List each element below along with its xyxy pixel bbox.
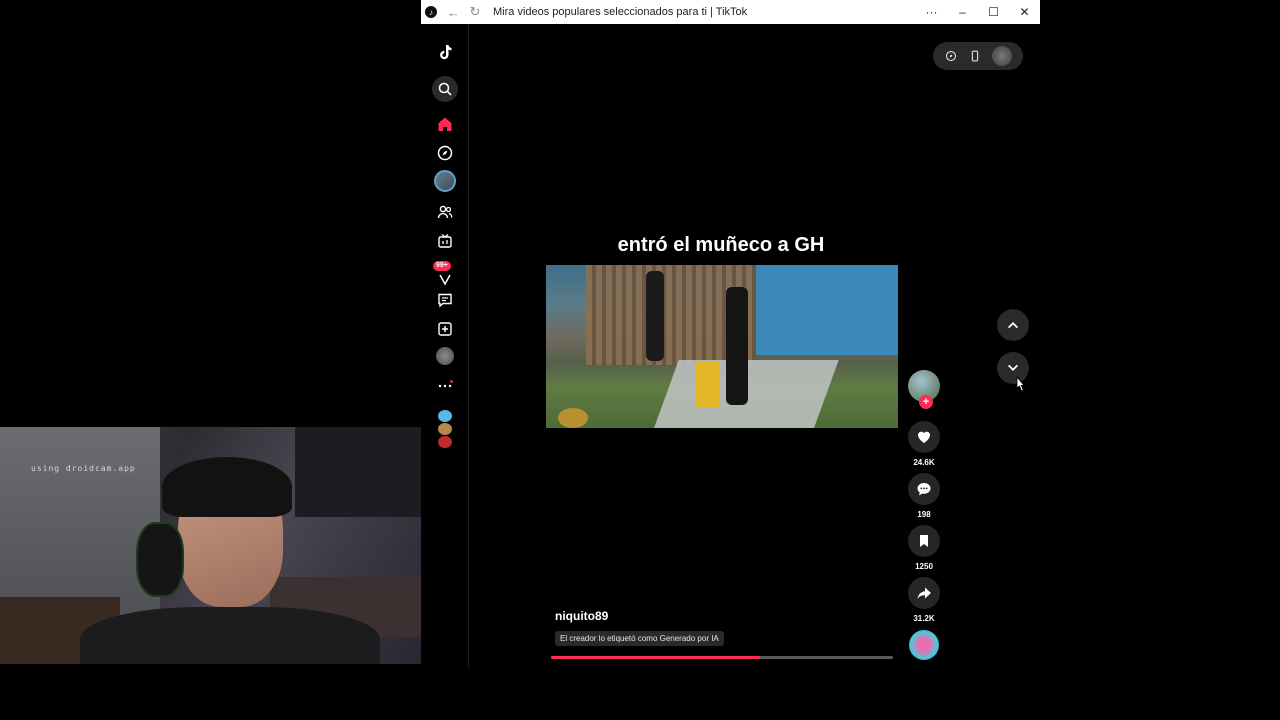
tiktok-logo-icon[interactable] [433, 40, 457, 64]
tiktok-app: 99+ entró el muñeco a GH + 24.6K 198 125… [421, 24, 1040, 668]
title-bar: ♪ ← ↻ Mira videos populares seleccionado… [421, 0, 1040, 24]
live-creators-stack[interactable] [437, 409, 453, 449]
show-logo [558, 408, 588, 428]
more-options-button[interactable]: ··· [916, 5, 947, 19]
share-action[interactable]: 31.2K [908, 577, 940, 623]
share-icon[interactable] [908, 577, 940, 609]
comment-count: 198 [917, 510, 931, 519]
bookmark-count: 1250 [915, 562, 933, 571]
maximize-button[interactable]: ☐ [978, 5, 1009, 19]
top-controls [933, 42, 1023, 70]
heart-icon[interactable] [908, 421, 940, 453]
bookmark-action[interactable]: 1250 [908, 525, 940, 571]
webcam-watermark: using droidcam.app [31, 464, 136, 473]
video-scene-person [646, 271, 664, 361]
mouse-cursor-icon [1016, 376, 1025, 392]
bookmark-icon[interactable] [908, 525, 940, 557]
creator-avatar [438, 410, 452, 422]
video-scene-container [756, 265, 898, 355]
video-scene-suitcase [696, 361, 720, 407]
account-avatar[interactable] [992, 46, 1012, 66]
profile-avatar[interactable] [436, 347, 454, 365]
device-icon[interactable] [968, 49, 982, 63]
browser-window: ♪ ← ↻ Mira videos populares seleccionado… [421, 0, 1040, 668]
chevron-up-icon [1008, 322, 1018, 329]
video-progress-bar[interactable] [551, 656, 893, 659]
home-icon[interactable] [433, 112, 457, 136]
webcam-person-hair [162, 457, 292, 517]
video-author-username[interactable]: niquito89 [555, 609, 608, 623]
window-title: Mira videos populares seleccionados para… [493, 6, 748, 18]
creator-avatar [438, 423, 452, 435]
video-scene-person [726, 287, 748, 405]
tiktok-app-icon: ♪ [425, 6, 437, 18]
video-player[interactable] [546, 265, 898, 428]
close-button[interactable]: ✕ [1009, 5, 1040, 19]
more-icon[interactable] [433, 374, 457, 398]
live-icon[interactable] [433, 229, 457, 253]
previous-video-button[interactable] [997, 309, 1029, 341]
creator-avatar [438, 436, 452, 448]
upload-icon[interactable] [433, 317, 457, 341]
activity-icon[interactable] [433, 266, 457, 290]
explore-icon[interactable] [433, 141, 457, 165]
back-icon[interactable]: ← [447, 5, 460, 20]
compass-icon[interactable] [944, 49, 958, 63]
friends-icon[interactable] [433, 200, 457, 224]
webcam-person-body [80, 607, 380, 664]
minimize-button[interactable]: – [947, 5, 978, 19]
comment-icon[interactable] [908, 473, 940, 505]
reload-icon[interactable]: ↻ [469, 4, 481, 20]
headphones [136, 522, 184, 597]
comment-action[interactable]: 198 [908, 473, 940, 519]
following-avatar[interactable] [434, 170, 456, 192]
webcam-overlay: using droidcam.app [0, 427, 421, 664]
search-icon[interactable] [432, 76, 458, 102]
chevron-down-icon [1008, 364, 1018, 371]
ai-generated-label: El creador lo etiquetó como Generado por… [555, 631, 724, 646]
video-caption: entró el muñeco a GH [617, 234, 825, 256]
follow-button[interactable]: + [919, 395, 933, 409]
video-progress-fill [551, 656, 760, 659]
webcam-scene-window [295, 427, 421, 517]
music-disc[interactable] [909, 630, 939, 660]
messages-icon[interactable] [433, 288, 457, 312]
like-action[interactable]: 24.6K [908, 421, 940, 467]
share-count: 31.2K [913, 614, 935, 623]
like-count: 24.6K [913, 458, 935, 467]
sidebar: 99+ [421, 24, 469, 668]
